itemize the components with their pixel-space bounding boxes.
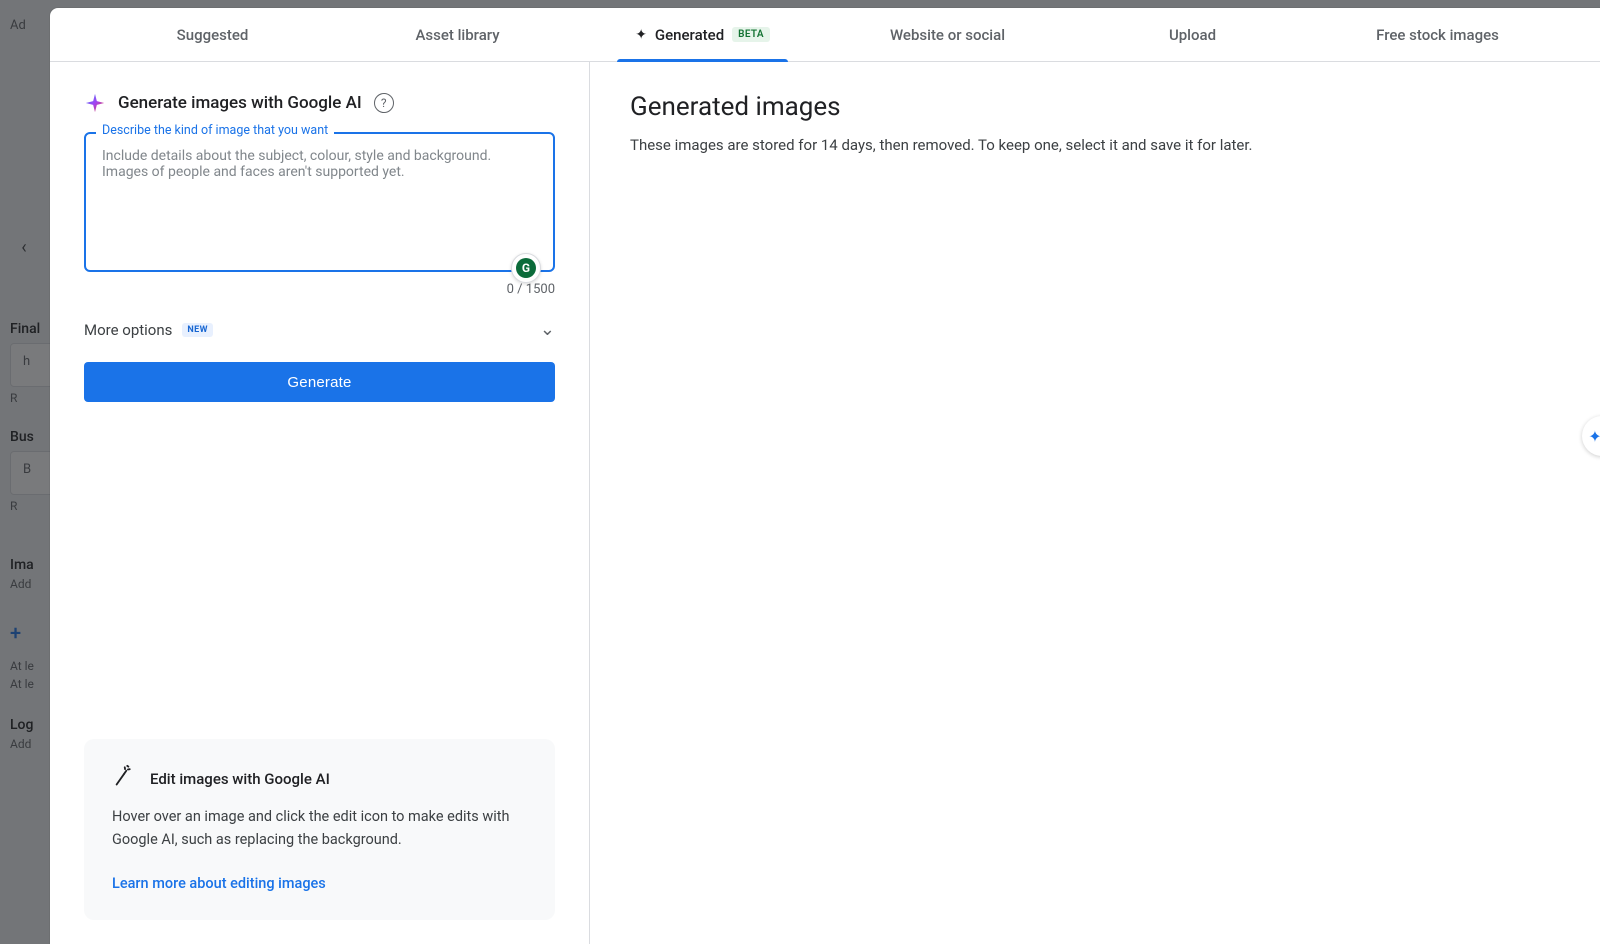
edit-images-card: Edit images with Google AI Hover over an… bbox=[84, 739, 555, 920]
prompt-field: Describe the kind of image that you want… bbox=[84, 132, 555, 297]
more-options-toggle[interactable]: More options NEW ⌄ bbox=[84, 315, 555, 344]
tab-label: Generated bbox=[655, 26, 724, 44]
sparkle-icon: ✦ bbox=[1588, 427, 1600, 446]
more-options-label: More options bbox=[84, 321, 172, 339]
generated-images-title: Generated images bbox=[630, 92, 1560, 122]
new-badge: NEW bbox=[182, 323, 213, 337]
generated-images-subtitle: These images are stored for 14 days, the… bbox=[630, 136, 1560, 154]
help-icon[interactable]: ? bbox=[374, 93, 394, 113]
ai-sparkle-icon bbox=[84, 92, 106, 114]
generate-button[interactable]: Generate bbox=[84, 362, 555, 402]
generate-header: Generate images with Google AI ? bbox=[84, 92, 555, 114]
edit-card-body: Hover over an image and click the edit i… bbox=[112, 806, 527, 851]
magic-wand-icon bbox=[110, 763, 136, 793]
generate-pane: Generate images with Google AI ? Describ… bbox=[50, 62, 590, 944]
dialog-content: Generate images with Google AI ? Describ… bbox=[50, 62, 1600, 944]
learn-more-link[interactable]: Learn more about editing images bbox=[112, 875, 326, 892]
edit-card-title: Edit images with Google AI bbox=[150, 770, 330, 788]
image-picker-dialog: Suggested Asset library ✦ Generated BETA… bbox=[50, 8, 1600, 944]
tab-label: Asset library bbox=[415, 26, 499, 44]
generate-title: Generate images with Google AI bbox=[118, 93, 362, 113]
tab-suggested[interactable]: Suggested bbox=[90, 8, 335, 61]
generated-images-pane: Generated images These images are stored… bbox=[590, 62, 1600, 944]
tab-label: Suggested bbox=[177, 26, 249, 44]
tab-bar: Suggested Asset library ✦ Generated BETA… bbox=[50, 8, 1600, 62]
character-counter: 0 / 1500 bbox=[84, 282, 555, 297]
tab-label: Free stock images bbox=[1376, 26, 1499, 44]
grammarly-icon[interactable]: G bbox=[511, 253, 541, 283]
chevron-down-icon: ⌄ bbox=[540, 319, 555, 340]
tab-upload[interactable]: Upload bbox=[1070, 8, 1315, 61]
tab-generated[interactable]: ✦ Generated BETA bbox=[580, 8, 825, 61]
prompt-field-label: Describe the kind of image that you want bbox=[96, 123, 334, 138]
tab-website-or-social[interactable]: Website or social bbox=[825, 8, 1070, 61]
prompt-textarea[interactable] bbox=[84, 132, 555, 272]
tab-label: Upload bbox=[1169, 26, 1216, 44]
tab-free-stock-images[interactable]: Free stock images bbox=[1315, 8, 1560, 61]
tab-asset-library[interactable]: Asset library bbox=[335, 8, 580, 61]
beta-badge: BETA bbox=[732, 27, 770, 42]
tab-label: Website or social bbox=[890, 26, 1005, 44]
sparkle-icon: ✦ bbox=[635, 27, 647, 43]
